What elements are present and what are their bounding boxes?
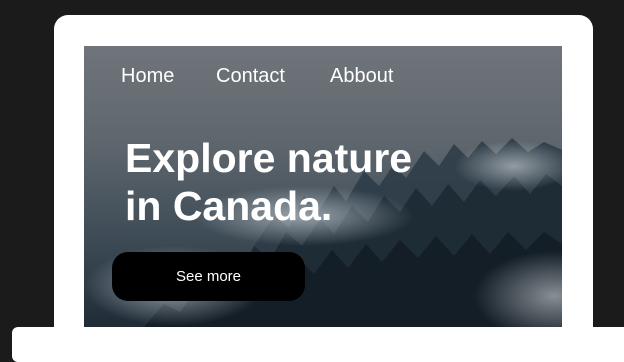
laptop-screen: Home Contact Abbout Explore nature in Ca…: [84, 46, 562, 327]
hero-title-line-1: Explore nature: [125, 135, 413, 181]
hero-title: Explore nature in Canada.: [125, 134, 485, 230]
laptop-base: [12, 327, 624, 362]
see-more-button[interactable]: See more: [112, 252, 305, 301]
page: Home Contact Abbout Explore nature in Ca…: [0, 0, 624, 362]
nav-link-home[interactable]: Home: [121, 64, 174, 88]
top-navigation: Home Contact Abbout: [84, 64, 562, 88]
nav-link-contact[interactable]: Contact: [216, 64, 285, 88]
nav-link-about[interactable]: Abbout: [330, 64, 393, 88]
hero-title-line-2: in Canada.: [125, 183, 333, 229]
